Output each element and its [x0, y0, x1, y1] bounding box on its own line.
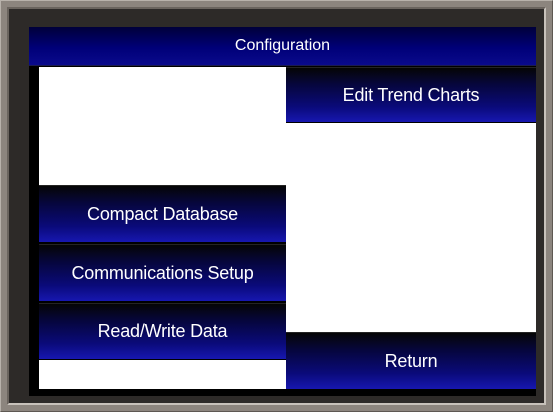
- communications-setup-button[interactable]: Communications Setup: [39, 244, 286, 302]
- empty-slot-top-left: [39, 67, 286, 194]
- screen-title: Configuration: [29, 27, 536, 66]
- return-button[interactable]: Return: [286, 332, 536, 390]
- edit-trend-charts-button[interactable]: Edit Trend Charts: [286, 67, 536, 123]
- compact-database-button[interactable]: Compact Database: [39, 185, 286, 243]
- read-write-data-button[interactable]: Read/Write Data: [39, 303, 286, 360]
- config-screen: Configuration Edit Trend Charts Compact …: [29, 27, 536, 396]
- empty-slot-right: [286, 123, 536, 332]
- empty-slot-bottom-left: [39, 360, 286, 389]
